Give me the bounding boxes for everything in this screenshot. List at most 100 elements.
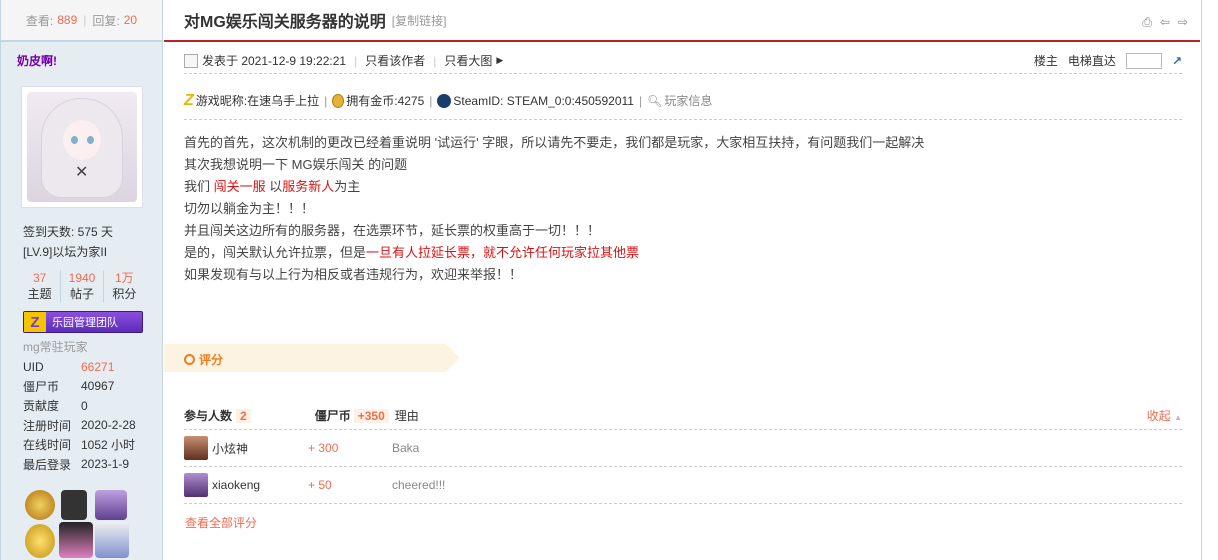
content-line: 其次我想说明一下 MG娱乐闯关 的问题: [184, 157, 408, 172]
post-content: 首先的首先，这次机制的更改已经着重说明 '试运行' 字眼，所以请先不要走，我们都…: [184, 132, 1184, 286]
topics-count[interactable]: 37: [19, 270, 60, 286]
content-line: 我们 闯关一服 以服务新人为主: [184, 179, 361, 194]
author-sidebar: 查看: 889 | 回复: 20 奶皮啊! ✕ 签到天数: 575 天 [LV.…: [1, 0, 163, 560]
content-line: 如果发现有与以上行为相反或者违规行为，欢迎来举报！！: [184, 267, 523, 282]
fold-button[interactable]: 收起 ▲: [1147, 407, 1182, 424]
rating-score: + 300: [308, 441, 339, 455]
chevron-right-icon[interactable]: ▶: [496, 55, 503, 66]
divider: |: [324, 93, 328, 108]
rating-table-header: 参与人数 2 僵尸币 +350 理由 收起 ▲: [184, 402, 1182, 430]
search-icon[interactable]: 🔍︎: [647, 94, 662, 108]
medals: [23, 488, 133, 560]
divider: |: [354, 53, 358, 68]
medal-icon[interactable]: [95, 490, 127, 520]
only-author-link[interactable]: 只看该作者: [365, 52, 425, 69]
big-image-link[interactable]: 只看大图: [444, 52, 492, 69]
chevron-up-icon: ▲: [1174, 413, 1182, 422]
views-count: 889: [57, 13, 78, 27]
info-value: 2020-2-28: [81, 418, 136, 433]
avatar[interactable]: ✕: [21, 86, 143, 208]
user-stats: 37 主题 1940 帖子 1万 积分: [19, 270, 145, 302]
team-badge[interactable]: Z 乐园管理团队: [23, 311, 143, 333]
rating-label: 评分: [199, 353, 224, 367]
view-all-ratings-link[interactable]: 查看全部评分: [185, 514, 257, 531]
rater-name[interactable]: 小炫神: [212, 440, 308, 457]
info-key: 注册时间: [23, 418, 72, 433]
medal-icon[interactable]: [59, 522, 93, 558]
rating-table: 参与人数 2 僵尸币 +350 理由 收起 ▲ 小炫神 + 300 Baka x…: [184, 402, 1182, 504]
divider: |: [83, 13, 87, 27]
posts-label: 帖子: [69, 287, 94, 301]
info-value: 0: [81, 398, 88, 413]
medal-icon[interactable]: [61, 490, 87, 520]
coin-icon: [332, 93, 345, 108]
avatar[interactable]: [184, 436, 208, 460]
rating-total: +350: [353, 408, 389, 423]
info-key: UID: [23, 359, 44, 374]
info-value: 40967: [81, 379, 115, 394]
views-label: 查看:: [25, 13, 54, 28]
avatar[interactable]: [184, 473, 208, 497]
user-level[interactable]: [LV.9]以坛为家II: [23, 242, 162, 262]
game-nickname: 游戏昵称:在速乌手上拉: [195, 94, 320, 108]
post-date: 发表于 2021-12-9 19:22:21: [202, 54, 347, 68]
player-info-link[interactable]: 玩家信息: [664, 92, 712, 109]
info-key: 贡献度: [23, 399, 60, 414]
info-key: 最后登录: [23, 457, 72, 472]
user-group: mg常驻玩家: [23, 340, 88, 354]
thread-title-bar: 对MG娱乐闯关服务器的说明 [复制链接] ⎙ ⇦ ⇨: [164, 0, 1200, 42]
medal-icon[interactable]: [25, 490, 55, 520]
steam-icon: [437, 93, 452, 108]
content-line: 是的，闯关默认允许拉票，但是一旦有人拉延长票，就不允许任何玩家拉其他票: [184, 245, 640, 260]
z-logo-icon: Z: [24, 312, 46, 332]
post-icon: [184, 53, 198, 68]
thread-stats: 查看: 889 | 回复: 20: [1, 0, 162, 42]
reason-label: 理由: [394, 409, 419, 423]
gold-amount: 拥有金币:4275: [346, 94, 425, 108]
participants-label: 参与人数: [184, 409, 233, 423]
game-info: Z 游戏昵称:在速乌手上拉 | 拥有金币:4275 | SteamID: STE…: [184, 90, 1182, 120]
divider: |: [433, 53, 437, 68]
content-line: 并且闯关这边所有的服务器，在选票环节，延长票的权重高于一切！！！: [184, 223, 601, 238]
info-value: 2023-1-9: [81, 457, 130, 472]
rating-header: 评分: [164, 344, 460, 372]
participants-count: 2: [236, 408, 251, 423]
team-label: 乐园管理团队: [52, 317, 118, 329]
content-line: 首先的首先，这次机制的更改已经着重说明 '试运行' 字眼，所以请先不要走，我们都…: [184, 135, 925, 150]
jump-go-icon[interactable]: ↗: [1172, 54, 1182, 68]
topics-label: 主题: [27, 287, 52, 301]
author-name[interactable]: 奶皮啊!: [1, 42, 162, 78]
copy-link[interactable]: [复制链接]: [392, 12, 447, 29]
next-thread-icon[interactable]: ⇨: [1178, 15, 1188, 30]
divider: |: [638, 93, 643, 108]
replies-count: 20: [123, 13, 138, 27]
rating-reason: Baka: [392, 441, 420, 455]
steam-id: SteamID: STEAM_0:0:450592011: [453, 93, 634, 108]
medal-icon[interactable]: [25, 524, 55, 558]
circle-icon: [184, 354, 195, 365]
info-key: 在线时间: [23, 438, 72, 453]
uid-value[interactable]: 66271: [81, 360, 114, 374]
currency-label: 僵尸币: [314, 409, 351, 423]
print-icon[interactable]: ⎙: [1142, 15, 1152, 30]
page-title: 对MG娱乐闯关服务器的说明: [184, 14, 386, 31]
info-value: 1052 小时: [81, 438, 136, 453]
avatar-image: ✕: [27, 92, 137, 202]
posts-count[interactable]: 1940: [61, 270, 102, 286]
replies-label: 回复:: [92, 13, 120, 28]
signin-days: 签到天数: 575 天: [23, 225, 114, 239]
user-info-list: UID 66271 僵尸币 40967 贡献度 0 注册时间 2020-2-28 在线时…: [1, 353, 162, 474]
divider: |: [429, 93, 433, 108]
points-label: 积分: [112, 287, 137, 301]
table-row: xiaokeng + 50 cheered!!!: [184, 467, 1182, 504]
prev-thread-icon[interactable]: ⇦: [1160, 15, 1170, 30]
post-meta: 发表于 2021-12-9 19:22:21 | 只看该作者 | 只看大图 ▶ …: [184, 52, 1182, 74]
rating-reason: cheered!!!: [392, 478, 446, 492]
medal-icon[interactable]: [95, 522, 129, 558]
z-logo-icon: Z: [184, 91, 194, 109]
points-count[interactable]: 1万: [104, 270, 145, 286]
jump-input[interactable]: [1125, 52, 1162, 69]
content-line: 切勿以躺金为主！！！: [184, 201, 315, 216]
rater-name[interactable]: xiaokeng: [212, 478, 308, 492]
rating-score: + 50: [308, 478, 332, 492]
